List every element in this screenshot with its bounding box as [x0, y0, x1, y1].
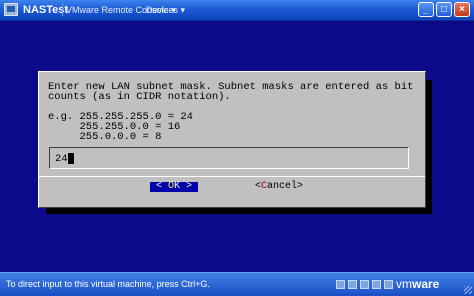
subnet-mask-dialog: Enter new LAN subnet mask. Subnet masks … [38, 71, 426, 208]
hard-disk-icon[interactable] [336, 280, 345, 289]
example-line-3: 255.0.0.0 = 8 [48, 131, 162, 143]
subnet-mask-input[interactable]: 24 [49, 147, 409, 169]
cd-drive-icon[interactable] [348, 280, 357, 289]
ok-bracket-left: < [155, 181, 168, 192]
minimize-button[interactable]: _ [418, 2, 434, 17]
menu-devices[interactable]: Devices ▾ [146, 4, 185, 16]
menu-label: Devices [146, 5, 179, 15]
close-button[interactable]: × [454, 2, 470, 17]
network-icon[interactable] [372, 280, 381, 289]
usb-icon[interactable] [384, 280, 393, 289]
prompt-line-2: counts (as in CIDR notation). [48, 91, 231, 103]
status-bar: To direct input to this virtual machine,… [0, 272, 474, 296]
ok-bracket-right: > [180, 181, 193, 192]
chevron-down-icon: ▾ [180, 5, 186, 15]
input-value: 24 [55, 153, 68, 165]
resize-grip[interactable] [464, 286, 472, 294]
maximize-button[interactable]: □ [436, 2, 452, 17]
cancel-rest: ancel [267, 181, 298, 192]
vmware-logo-ware: ware [412, 277, 440, 291]
text-cursor [68, 153, 74, 164]
vm-window-icon [4, 3, 18, 16]
vmware-logo: vmware [396, 278, 439, 291]
status-hint: To direct input to this virtual machine,… [6, 279, 210, 289]
dialog-divider [39, 176, 425, 177]
cancel-button[interactable]: <Cancel> [255, 182, 315, 192]
title-separator [62, 4, 63, 16]
floppy-icon[interactable] [360, 280, 369, 289]
ok-button[interactable]: < OK > [150, 182, 198, 192]
title-bar: NASTest VMware Remote Console ▾ Devices … [0, 0, 474, 21]
vmware-logo-vm: vm [396, 277, 412, 291]
cancel-bracket-right: > [297, 181, 304, 192]
